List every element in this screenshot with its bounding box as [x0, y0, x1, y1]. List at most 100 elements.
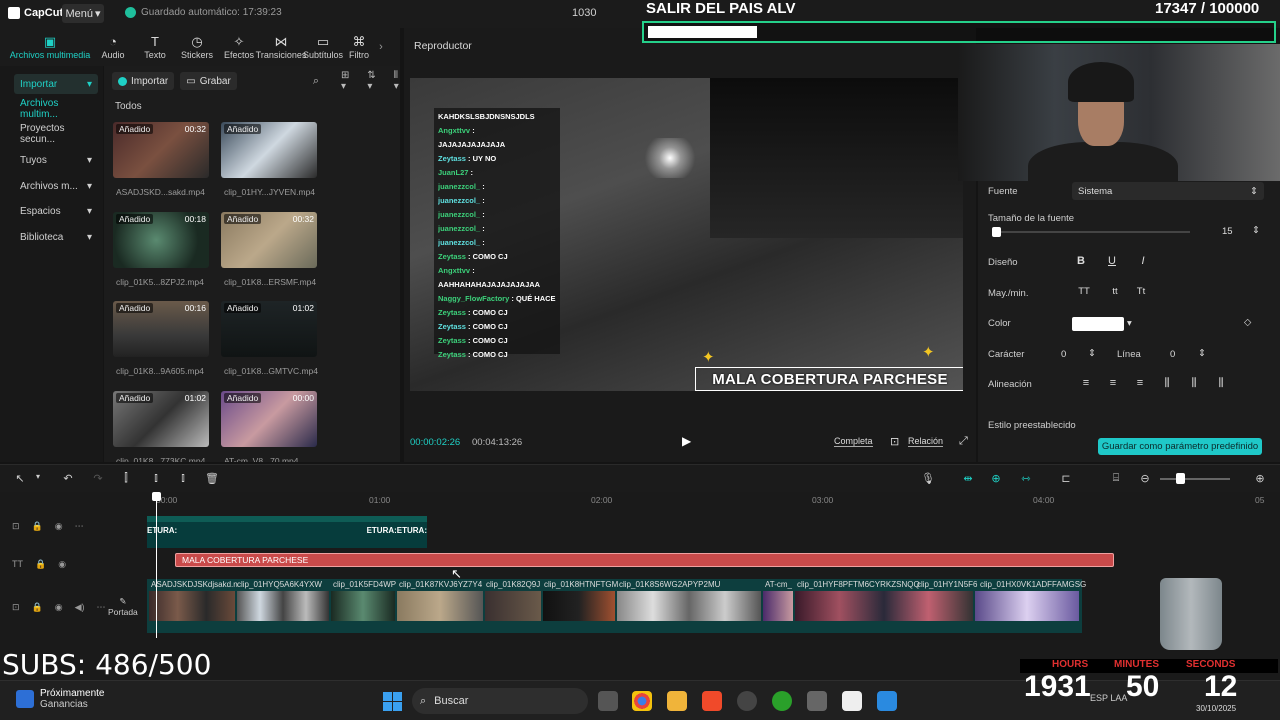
zoom-slider-knob[interactable] — [1176, 473, 1185, 484]
capcut-taskbar-icon[interactable] — [842, 691, 862, 711]
chevron-down-icon[interactable]: ▾ — [1127, 318, 1132, 329]
media-clip[interactable]: Añadido 00:18 — [113, 212, 209, 268]
full-view-button[interactable]: Completa — [834, 436, 873, 447]
import-button[interactable]: Importar — [112, 72, 175, 90]
color-swatch[interactable] — [1072, 317, 1124, 331]
more-icon[interactable]: ⋯ — [75, 521, 84, 532]
eye-icon[interactable]: ◉ — [55, 602, 63, 613]
sidebar-item-media[interactable]: Archivos multim... — [14, 98, 98, 120]
tab-effects[interactable]: ✧ Efectos — [218, 28, 260, 66]
align-bottom-icon[interactable]: ⫼ — [1211, 377, 1231, 390]
fullscreen-icon[interactable]: ⤢ — [959, 435, 968, 448]
overlay-text-box[interactable]: MALA COBERTURA PARCHESE — [695, 367, 963, 391]
media-clip[interactable]: Añadido 00:16 — [113, 301, 209, 357]
sidebar-item-yours[interactable]: Tuyos ▾ — [14, 150, 98, 170]
line-spacing-value[interactable]: 0 — [1170, 349, 1175, 360]
settings-icon[interactable] — [807, 691, 827, 711]
caption-icon[interactable]: ⌸ — [1108, 472, 1124, 485]
tab-text[interactable]: T Texto — [134, 28, 176, 66]
keyframe-icon[interactable]: ◇ — [1244, 317, 1251, 328]
tab-subtitles[interactable]: ▭ Subtítulos — [302, 28, 344, 66]
align-top-icon[interactable]: ⫼ — [1157, 377, 1177, 390]
tab-audio[interactable]: ◔ Audio — [92, 28, 134, 66]
play-icon[interactable]: ▶ — [682, 434, 696, 450]
search-icon[interactable]: ⌕ — [313, 75, 319, 88]
xbox-icon[interactable] — [772, 691, 792, 711]
media-clip[interactable]: Añadido 01:02 — [221, 301, 317, 357]
align-middle-icon[interactable]: ⫼ — [1184, 377, 1204, 390]
media-clip[interactable]: Añadido 00:00 — [221, 391, 317, 447]
lock-icon[interactable]: 🔒 — [32, 521, 43, 532]
record-button[interactable]: ▭ Grabar — [180, 72, 237, 90]
zoom-slider[interactable] — [1160, 478, 1230, 480]
char-spacing-value[interactable]: 0 — [1061, 349, 1066, 360]
cover-button[interactable]: ✎ Portada — [108, 596, 138, 617]
preview-axis-icon[interactable]: ⊏ — [1058, 472, 1074, 485]
brave-icon[interactable] — [702, 691, 722, 711]
sidebar-item-projects[interactable]: Proyectos secun... — [14, 123, 98, 145]
media-clip[interactable]: Añadido 01:02 — [113, 391, 209, 447]
chrome-icon[interactable] — [632, 691, 652, 711]
italic-icon[interactable]: I — [1133, 255, 1153, 267]
font-size-slider[interactable] — [992, 231, 1190, 233]
align-left-icon[interactable]: ≡ — [1076, 377, 1096, 389]
link-icon[interactable]: ⇹ — [960, 472, 976, 485]
app-icon[interactable] — [877, 691, 897, 711]
microphone-icon[interactable]: 🎙 — [920, 472, 936, 485]
snap-icon[interactable]: ⇿ — [1018, 472, 1034, 485]
system-tray[interactable]: ESP LAA — [1090, 693, 1127, 703]
more-icon[interactable]: ⋯ — [97, 602, 106, 613]
sticker-clip[interactable]: ETURA: ETURA:ETURA: — [147, 516, 427, 548]
save-preset-button[interactable]: Guardar como parámetro predefinido — [1098, 438, 1262, 455]
align-center-icon[interactable]: ≡ — [1103, 377, 1123, 389]
file-explorer-icon[interactable] — [667, 691, 687, 711]
sidebar-item-import[interactable]: Importar ▾ — [14, 74, 98, 94]
sort-icon[interactable]: ⇅ ▾ — [367, 70, 375, 92]
media-clip[interactable]: Añadido — [221, 122, 317, 178]
delete-icon[interactable]: 🗑 — [204, 472, 220, 485]
stepper-icon[interactable]: ⇕ — [1198, 348, 1206, 359]
font-size-slider-knob[interactable] — [992, 227, 1001, 237]
split-icon[interactable]: ⫿ — [118, 472, 134, 485]
zoom-in-icon[interactable]: ⊕ — [1252, 472, 1268, 485]
font-size-value[interactable]: 15 — [1222, 226, 1233, 237]
font-select[interactable]: Sistema ⇕ — [1072, 182, 1264, 200]
align-right-icon[interactable]: ≡ — [1130, 377, 1150, 389]
split-right-icon[interactable]: ⫾ — [175, 472, 191, 485]
magnet-icon[interactable]: ⊕ — [988, 472, 1004, 485]
tab-transitions[interactable]: ⋈ Transiciones — [256, 28, 307, 66]
windows-start-icon[interactable] — [383, 692, 402, 711]
stepper-icon[interactable]: ⇕ — [1252, 225, 1260, 236]
text-clip[interactable]: MALA COBERTURA PARCHESE — [175, 553, 1114, 567]
titlecase-option[interactable]: Tt — [1131, 286, 1151, 297]
tabs-scroll-right-icon[interactable]: › — [374, 28, 388, 66]
tab-media[interactable]: ▣ Archivos multimedia — [8, 28, 92, 66]
taskbar-search[interactable]: ⌕ Buscar — [412, 688, 588, 714]
zoom-out-icon[interactable]: ⊖ — [1137, 472, 1153, 485]
task-view-icon[interactable] — [598, 691, 618, 711]
lowercase-option[interactable]: tt — [1105, 286, 1125, 297]
view-grid-icon[interactable]: ⊞ ▾ — [341, 70, 349, 92]
tab-stickers[interactable]: ◷ Stickers — [176, 28, 218, 66]
chevron-down-icon[interactable]: ▾ — [30, 472, 46, 481]
split-left-icon[interactable]: ⫾ — [148, 472, 164, 485]
underline-icon[interactable]: U — [1102, 255, 1122, 267]
audio-icon[interactable]: ◀) — [75, 602, 85, 613]
fit-icon[interactable]: ⊡ — [890, 435, 899, 448]
bold-icon[interactable]: B — [1071, 255, 1091, 267]
lock-icon[interactable]: 🔒 — [35, 559, 46, 570]
media-clip[interactable]: Añadido 00:32 — [113, 122, 209, 178]
video-track[interactable]: ASADJSKDJSKdjsakd.n clip_01HYQ5A6K4YXW c… — [147, 579, 1086, 633]
eye-icon[interactable]: ◉ — [55, 521, 63, 532]
ratio-button[interactable]: Relación — [908, 436, 944, 447]
sidebar-item-library[interactable]: Biblioteca ▾ — [14, 227, 98, 247]
video-preview[interactable]: KAHDKSLSBJDNSNSJDLS Angxttvv : JAJAJAJAJAJ… — [410, 78, 963, 391]
project-name[interactable]: 1030 — [572, 7, 596, 19]
undo-icon[interactable]: ↶ — [60, 472, 76, 485]
redo-icon[interactable]: ↷ — [90, 472, 106, 485]
widgets-button[interactable]: Próximamente Ganancias — [16, 688, 104, 710]
filter-icon[interactable]: ⫴ ▾ — [394, 70, 399, 92]
sidebar-item-files[interactable]: Archivos m... ▾ — [14, 176, 98, 196]
menu-button[interactable]: Menú ▾ — [62, 4, 104, 23]
playhead[interactable] — [156, 492, 157, 638]
